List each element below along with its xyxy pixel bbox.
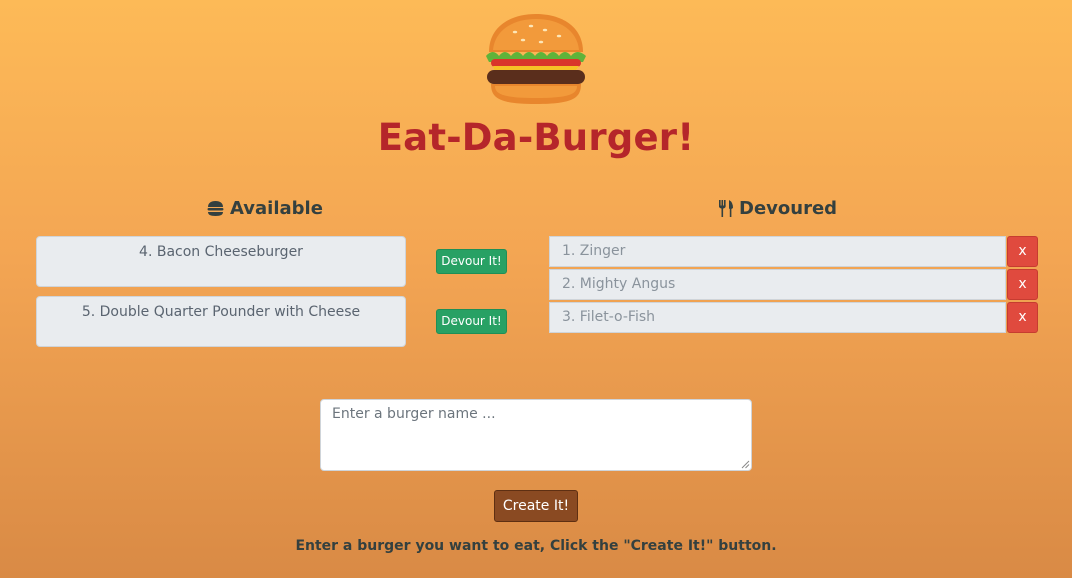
devour-button[interactable]: Devour It! [436, 249, 507, 274]
available-item-label: 4. Bacon Cheeseburger [139, 244, 303, 260]
burger-logo-icon [486, 14, 586, 104]
burger-name-input[interactable] [320, 399, 752, 471]
instruction-text: Enter a burger you want to eat, Click th… [295, 538, 777, 554]
devoured-heading-label: Devoured [739, 198, 838, 219]
available-heading-label: Available [230, 198, 323, 219]
devoured-item: 3. Filet-o-Fish [549, 302, 1006, 333]
devour-button[interactable]: Devour It! [436, 309, 507, 334]
burger-icon [207, 201, 224, 216]
available-item-label: 5. Double Quarter Pounder with Cheese [81, 304, 361, 320]
available-item: 5. Double Quarter Pounder with Cheese [36, 296, 406, 347]
delete-button[interactable]: x [1007, 269, 1038, 300]
delete-button[interactable]: x [1007, 236, 1038, 267]
devoured-heading: Devoured [719, 198, 837, 219]
resize-grip-icon[interactable] [741, 460, 750, 469]
devoured-item: 2. Mighty Angus [549, 269, 1006, 300]
utensils-icon [719, 200, 733, 217]
available-heading: Available [207, 198, 323, 219]
available-item: 4. Bacon Cheeseburger [36, 236, 406, 287]
delete-button[interactable]: x [1007, 302, 1038, 333]
page-title: Eat-Da-Burger! [377, 116, 695, 159]
devoured-item: 1. Zinger [549, 236, 1006, 267]
create-button[interactable]: Create It! [494, 490, 578, 522]
